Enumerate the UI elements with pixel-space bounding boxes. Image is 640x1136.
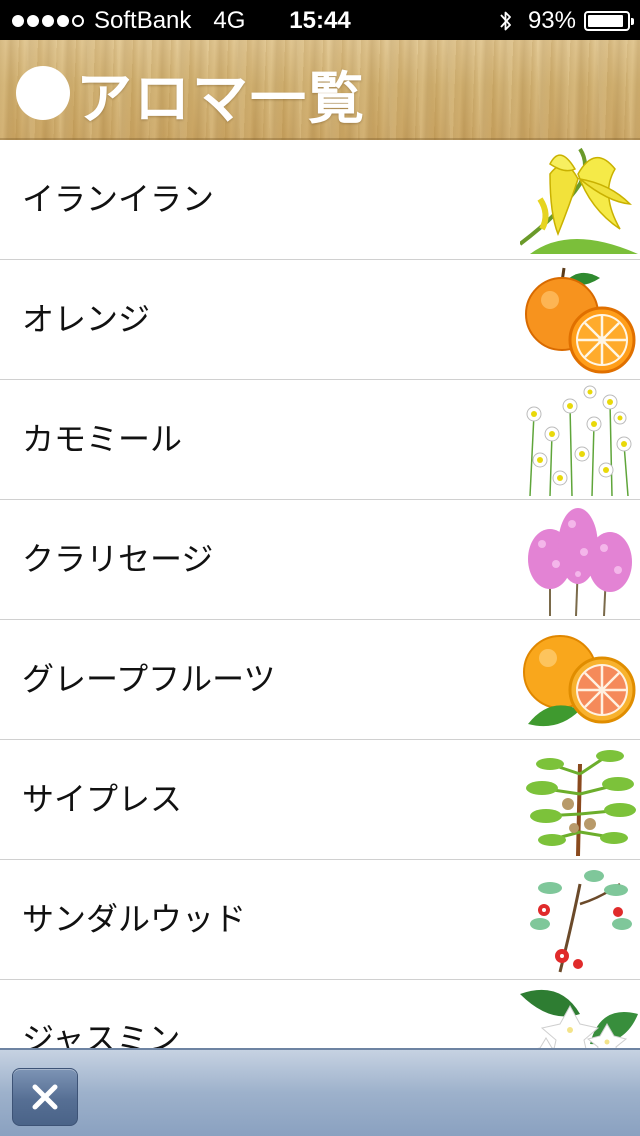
list-item-label: サイプレス <box>22 780 183 818</box>
clary-sage-icon <box>528 508 632 616</box>
carrier-name: SoftBank <box>94 7 192 34</box>
circle-bullet-icon <box>16 66 70 120</box>
list-item[interactable]: クラリセージ <box>0 500 640 620</box>
page-title: アロマ一覧 <box>76 67 366 132</box>
list-item[interactable]: ジャスミン <box>0 980 640 1050</box>
battery-percentage: 93% <box>527 7 576 34</box>
bottom-toolbar <box>0 1048 640 1136</box>
network-type: 4G <box>213 7 246 34</box>
chamomile-flowers-icon <box>526 385 632 496</box>
sandalwood-branch-icon <box>530 870 632 973</box>
list-item[interactable]: カモミール <box>0 380 640 500</box>
list-item[interactable]: サンダルウッド <box>0 860 640 980</box>
close-button[interactable] <box>12 1068 78 1126</box>
close-icon <box>32 1084 58 1110</box>
orange-fruit-icon <box>525 267 636 374</box>
list-item[interactable]: イランイラン <box>0 140 640 260</box>
list-item-label: グレープフルーツ <box>22 660 276 698</box>
list-item[interactable]: サイプレス <box>0 740 640 860</box>
list-item-label: クラリセージ <box>22 540 214 578</box>
list-item-label: サンダルウッド <box>22 900 247 938</box>
list-item-label: ジャスミン <box>22 1020 181 1050</box>
list-item[interactable]: オレンジ <box>0 260 640 380</box>
ylang-ylang-flower-icon <box>520 147 638 254</box>
list-item-label: オレンジ <box>22 300 151 338</box>
jasmine-flower-icon <box>520 989 638 1050</box>
list-item-label: カモミール <box>22 420 183 458</box>
cypress-branch-icon <box>526 750 636 856</box>
grapefruit-icon <box>523 635 636 727</box>
header-bar: アロマ一覧 <box>0 40 640 140</box>
bluetooth-icon <box>500 11 511 31</box>
battery-fill <box>588 15 624 27</box>
list-item[interactable]: グレープフルーツ <box>0 620 640 740</box>
status-bar: SoftBank 4G 15:44 93% <box>0 0 640 40</box>
list-item-label: イランイラン <box>22 180 215 218</box>
aroma-list[interactable]: イランイラン オレンジ カモミール クラリセージ グレープフルーツ サイプレス … <box>0 140 640 1050</box>
signal-strength-icon <box>12 15 84 27</box>
battery-icon <box>584 11 634 31</box>
